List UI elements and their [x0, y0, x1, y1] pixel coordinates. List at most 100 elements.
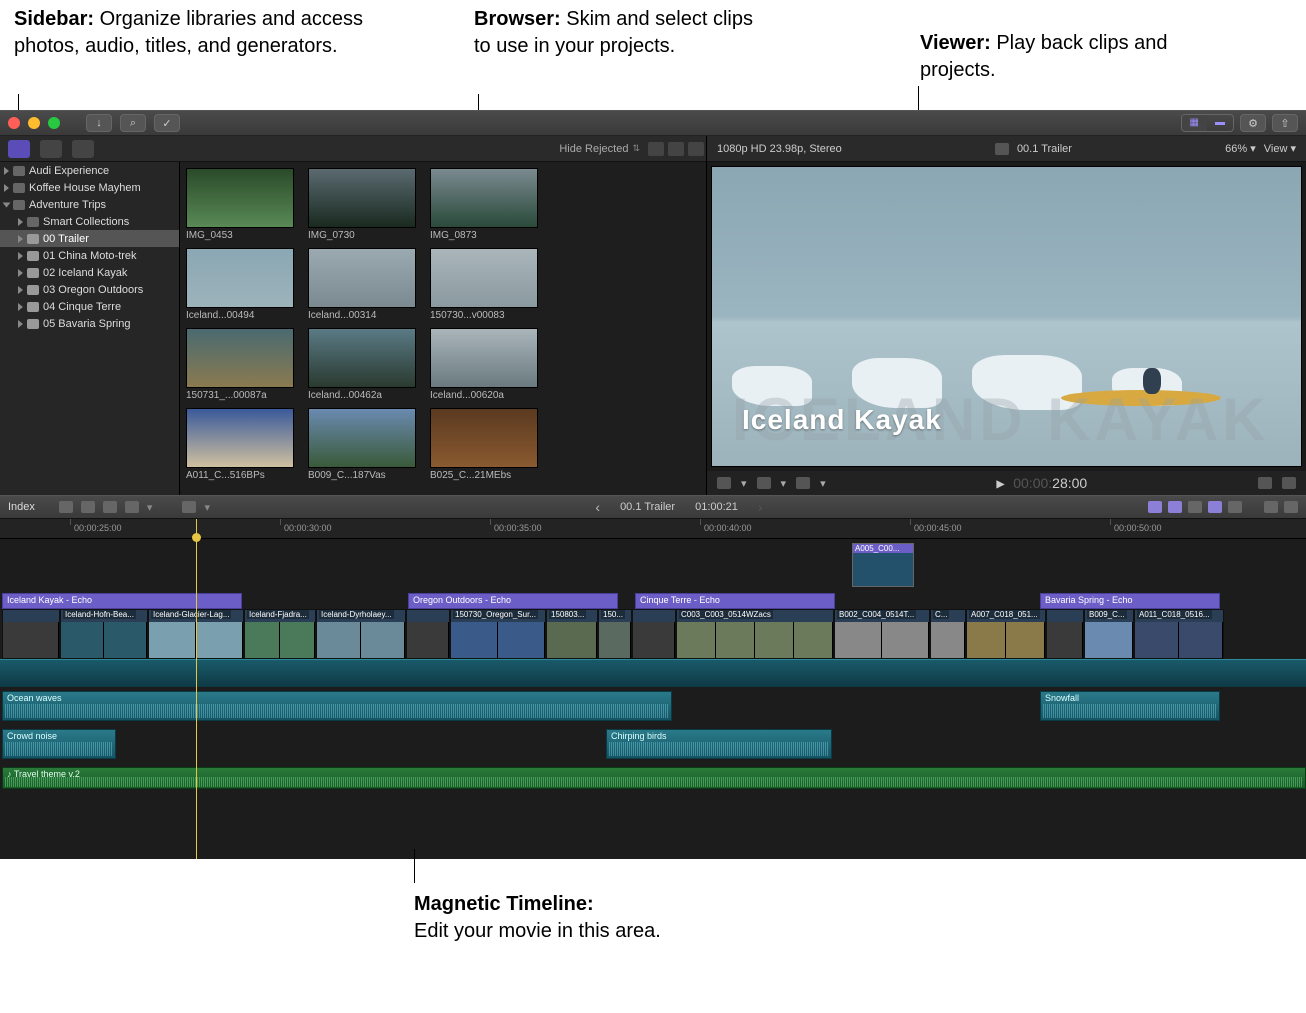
zoom-dot[interactable] [48, 117, 60, 129]
browser-clip[interactable]: 150730...v00083 [430, 248, 538, 324]
annotation-viewer: Viewer: Play back clips and projects. [920, 30, 1200, 84]
browser-clip[interactable]: IMG_0453 [186, 168, 294, 244]
retime-menu-icon[interactable] [796, 477, 810, 489]
browser-clip[interactable]: B009_C...187Vas [308, 408, 416, 484]
viewer-canvas[interactable]: ICELAND KAYAK Iceland Kayak [711, 166, 1302, 467]
sidebar-item[interactable]: 05 Bavaria Spring [0, 315, 179, 332]
history-forward-button[interactable]: › [758, 499, 763, 515]
browser-clip[interactable]: 150731_...00087a [186, 328, 294, 404]
timeline-index-button[interactable]: Index [8, 501, 35, 513]
browser-toggle[interactable]: ▦ [1182, 115, 1207, 131]
title-clip[interactable]: Bavaria Spring - Echo [1040, 593, 1220, 609]
video-clip[interactable]: A011_C018_0516... [1134, 609, 1224, 659]
video-clip[interactable] [406, 609, 450, 659]
audio-clip[interactable]: Snowfall [1040, 691, 1220, 721]
filter-menu[interactable]: Hide Rejected⇅ [553, 143, 646, 155]
video-clip[interactable] [1046, 609, 1084, 659]
sidebar-item[interactable]: 04 Cinque Terre [0, 298, 179, 315]
sidebar-item[interactable]: Adventure Trips [0, 196, 179, 213]
sidebar-item[interactable]: Smart Collections [0, 213, 179, 230]
browser-clip[interactable]: IMG_0730 [308, 168, 416, 244]
photos-audio-sidebar-icon[interactable] [40, 140, 62, 158]
keyword-button[interactable]: ⌕ [120, 114, 146, 132]
overwrite-clip-icon[interactable] [125, 501, 139, 513]
ruler-mark: 00:00:30:00 [284, 523, 332, 533]
browser-clip[interactable]: A011_C...516BPs [186, 408, 294, 484]
audio-skimming-icon[interactable] [1168, 501, 1182, 513]
sidebar-item[interactable]: 02 Iceland Kayak [0, 264, 179, 281]
insert-clip-icon[interactable] [81, 501, 95, 513]
music-clip[interactable]: ♪ Travel theme v.2 [2, 767, 1306, 789]
audio-clip[interactable]: Crowd noise [2, 729, 116, 759]
append-clip-icon[interactable] [103, 501, 117, 513]
video-clip[interactable]: A007_C018_051... [966, 609, 1046, 659]
browser-clip[interactable]: B025_C...21MEbs [430, 408, 538, 484]
video-clip[interactable]: Iceland-Dyrholaey... [316, 609, 406, 659]
video-clip[interactable]: Iceland-Fjadra... [244, 609, 316, 659]
browser-panel[interactable]: IMG_0453IMG_0730IMG_0873Iceland...00494I… [180, 162, 706, 495]
list-view-icon[interactable] [668, 142, 684, 156]
video-clip[interactable]: C003_C003_0514WZacs [676, 609, 834, 659]
workspace-toggle[interactable]: ▦▬ [1181, 114, 1234, 132]
connected-clip[interactable]: A005_C00... [852, 543, 914, 587]
transitions-browser-icon[interactable] [1284, 501, 1298, 513]
app-window: ↓ ⌕ ✓ ▦▬ ⚙ ⇧ Hide Rejected⇅ [0, 110, 1306, 859]
history-back-button[interactable]: ‹ [595, 499, 600, 515]
zoom-menu[interactable]: 66% ▾ [1225, 142, 1256, 155]
timeline-toolbar: Index ▾ ▾ ‹ 00.1 Trailer 01:00:21 › [0, 495, 1306, 519]
sidebar-item[interactable]: 03 Oregon Outdoors [0, 281, 179, 298]
clip-display-icon[interactable] [1228, 501, 1242, 513]
audio-clip[interactable]: Chirping birds [606, 729, 832, 759]
browser-clip[interactable]: Iceland...00314 [308, 248, 416, 324]
video-clip[interactable]: 150803... [546, 609, 598, 659]
connect-clip-icon[interactable] [59, 501, 73, 513]
solo-icon[interactable] [1188, 501, 1202, 513]
title-clip[interactable]: Oregon Outdoors - Echo [408, 593, 618, 609]
import-button[interactable]: ↓ [86, 114, 112, 132]
timeline[interactable]: 00:00:25:0000:00:30:0000:00:35:0000:00:4… [0, 519, 1306, 859]
view-menu[interactable]: View ▾ [1264, 142, 1296, 155]
video-clip[interactable]: C... [930, 609, 966, 659]
loop-icon[interactable] [1258, 477, 1272, 489]
annotation-timeline-area: Magnetic Timeline: Edit your movie in th… [0, 859, 1306, 985]
sidebar[interactable]: Audi ExperienceKoffee House MayhemAdvent… [0, 162, 180, 495]
browser-clip[interactable]: Iceland...00620a [430, 328, 538, 404]
sidebar-item[interactable]: 01 China Moto-trek [0, 247, 179, 264]
ruler-mark: 00:00:40:00 [704, 523, 752, 533]
project-name: 00.1 Trailer [1017, 143, 1072, 155]
video-clip[interactable]: 150... [598, 609, 632, 659]
libraries-sidebar-icon[interactable] [8, 140, 30, 158]
title-clip[interactable]: Iceland Kayak - Echo [2, 593, 242, 609]
video-clip[interactable] [632, 609, 676, 659]
close-dot[interactable] [8, 117, 20, 129]
sidebar-item[interactable]: Audi Experience [0, 162, 179, 179]
video-clip[interactable]: B009_C... [1084, 609, 1134, 659]
select-tool-icon[interactable] [182, 501, 196, 513]
skimming-icon[interactable] [1148, 501, 1162, 513]
video-clip[interactable]: B002_C004_0514T... [834, 609, 930, 659]
video-clip[interactable]: 150730_Oregon_Sur... [450, 609, 546, 659]
browser-clip[interactable]: Iceland...00494 [186, 248, 294, 324]
minimize-dot[interactable] [28, 117, 40, 129]
share-button[interactable]: ⇧ [1272, 114, 1298, 132]
snapping-icon[interactable] [1208, 501, 1222, 513]
sidebar-item[interactable]: Koffee House Mayhem [0, 179, 179, 196]
title-clip[interactable]: Cinque Terre - Echo [635, 593, 835, 609]
timeline-toggle[interactable]: ▬ [1207, 115, 1233, 131]
playhead[interactable] [196, 519, 197, 859]
sidebar-item[interactable]: 00 Trailer [0, 230, 179, 247]
titles-generators-sidebar-icon[interactable] [72, 140, 94, 158]
inspector-button[interactable]: ⚙ [1240, 114, 1266, 132]
video-clip[interactable]: Iceland-Hofn-Bea... [60, 609, 148, 659]
clip-appearance-icon[interactable] [648, 142, 664, 156]
angle-menu-icon[interactable] [717, 477, 731, 489]
browser-clip[interactable]: IMG_0873 [430, 168, 538, 244]
audio-clip[interactable]: Ocean waves [2, 691, 672, 721]
background-tasks-button[interactable]: ✓ [154, 114, 180, 132]
transform-menu-icon[interactable] [757, 477, 771, 489]
video-clip[interactable] [2, 609, 60, 659]
fullscreen-icon[interactable] [1282, 477, 1296, 489]
browser-clip[interactable]: Iceland...00462a [308, 328, 416, 404]
search-icon[interactable] [688, 142, 704, 156]
effects-browser-icon[interactable] [1264, 501, 1278, 513]
